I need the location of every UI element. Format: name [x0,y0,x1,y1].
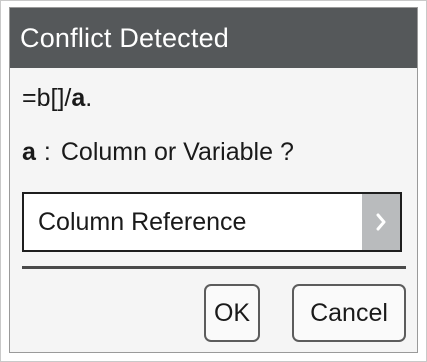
question-variable: a [22,138,36,166]
question-label: Column or Variable ? [60,138,294,166]
chevron-right-icon-svg [376,213,386,231]
dialog-title: Conflict Detected [20,22,229,53]
cancel-button[interactable]: Cancel [292,284,406,342]
formula-prefix: =b[]/ [22,84,72,112]
question-text: a: Column or Variable ? [22,138,294,167]
conflict-dialog: Conflict Detected =b[]/a. a: Column or Va… [9,7,418,353]
ok-button[interactable]: OK [204,284,260,342]
formula-variable: a [71,84,86,112]
formula-suffix: . [85,84,93,112]
formula-text: =b[]/a. [22,84,92,113]
chevron-right-icon[interactable] [362,194,400,250]
dialog-title-bar: Conflict Detected [10,8,417,68]
screen-frame: Conflict Detected =b[]/a. a: Column or Va… [0,0,427,362]
reference-type-dropdown[interactable]: Column Reference [22,192,402,252]
question-separator: : [43,138,51,166]
dropdown-selected-value: Column Reference [38,207,247,236]
button-divider [22,266,406,269]
